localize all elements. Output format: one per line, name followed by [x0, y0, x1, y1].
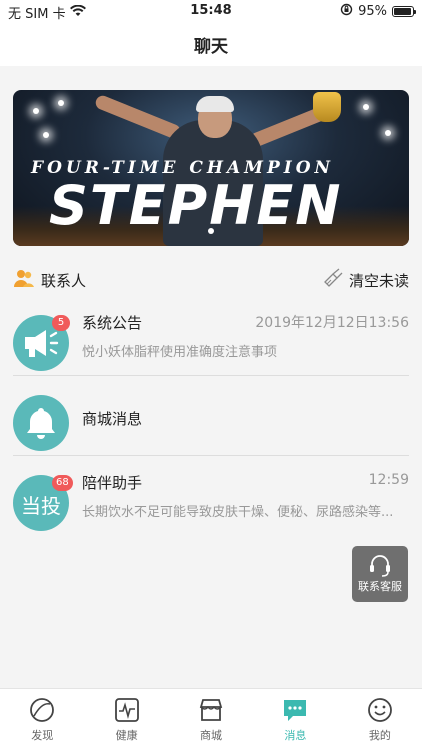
- clear-unread-label: 清空未读: [348, 271, 409, 290]
- message-item-assistant[interactable]: 当投 68 陪伴助手 12:59 长期饮水不足可能导致皮肤干燥、便秘、尿路感染等…: [13, 468, 409, 548]
- tab-profile[interactable]: 我的: [338, 689, 422, 751]
- store-icon: [199, 699, 223, 721]
- message-preview: 悦小妖体脂秤使用准确度注意事项: [82, 345, 278, 360]
- status-bar: 无 SIM 卡 15:48 95%: [0, 0, 422, 22]
- message-icon: [284, 700, 307, 721]
- battery-fill: [394, 8, 411, 15]
- tab-label: 商城: [200, 729, 223, 742]
- tab-label: 消息: [284, 729, 307, 742]
- tab-store[interactable]: 商城: [169, 689, 253, 751]
- contacts-row: 联系人 清空未读: [13, 266, 409, 294]
- page-title: 聊天: [194, 37, 228, 57]
- broom-icon: [323, 268, 343, 292]
- bell-icon: [27, 408, 55, 439]
- clear-unread-button[interactable]: 清空未读: [323, 268, 409, 292]
- divider: [13, 455, 409, 456]
- stadium-light: [363, 104, 369, 110]
- stadium-light: [385, 130, 391, 136]
- tab-bar: 发现 健康 商城 消息 我的: [0, 688, 422, 751]
- message-title: 陪伴助手: [82, 474, 143, 492]
- health-icon: [114, 698, 139, 722]
- contacts-label: 联系人: [41, 271, 87, 290]
- message-preview: 长期饮水不足可能导致皮肤干燥、便秘、尿路感染等...: [82, 505, 394, 520]
- system-avatar: 5: [13, 315, 70, 371]
- stadium-light: [33, 108, 39, 114]
- message-item-store[interactable]: 商城消息: [13, 388, 409, 468]
- discover-icon: [30, 698, 55, 722]
- carousel-indicator: [13, 228, 409, 234]
- tab-discover[interactable]: 发现: [0, 689, 84, 751]
- customer-service-button[interactable]: 联系客服: [352, 546, 408, 602]
- tab-label: 发现: [31, 729, 54, 742]
- banner-player-cap: [196, 96, 234, 112]
- rotation-lock-icon: [340, 3, 353, 20]
- banner-carousel[interactable]: FOUR-TIME CHAMPION STEPHEN: [13, 90, 409, 246]
- tab-health[interactable]: 健康: [84, 689, 168, 751]
- store-avatar: [13, 395, 69, 451]
- tab-messages[interactable]: 消息: [253, 689, 337, 751]
- nav-bar: 聊天: [0, 22, 422, 66]
- stadium-light: [58, 100, 64, 106]
- divider: [13, 375, 409, 376]
- contacts-button[interactable]: 联系人: [13, 267, 86, 293]
- unread-badge: 68: [52, 475, 73, 491]
- profile-icon: [367, 698, 392, 722]
- tab-label: 健康: [115, 729, 138, 742]
- carousel-dot: [208, 228, 214, 234]
- customer-service-label: 联系客服: [358, 580, 402, 593]
- battery-percent: 95%: [358, 4, 387, 19]
- unread-badge: 5: [52, 315, 70, 331]
- contacts-icon: [13, 267, 35, 293]
- headset-icon: [370, 555, 390, 577]
- message-title: 商城消息: [82, 410, 143, 428]
- assistant-avatar: 当投 68: [13, 475, 73, 531]
- message-item-system[interactable]: 5 系统公告 2019年12月12日13:56 悦小妖体脂秤使用准确度注意事项: [13, 308, 409, 388]
- status-right: 95%: [340, 3, 416, 20]
- message-time: 12:59: [368, 472, 409, 488]
- message-time: 2019年12月12日13:56: [255, 315, 409, 331]
- banner-arm-left: [93, 93, 183, 141]
- trophy-icon: [313, 92, 341, 122]
- stadium-light: [43, 132, 49, 138]
- battery-icon: [392, 6, 416, 17]
- message-title: 系统公告: [82, 314, 143, 332]
- tab-label: 我的: [368, 729, 391, 742]
- assistant-logo-text: 当投: [21, 494, 61, 518]
